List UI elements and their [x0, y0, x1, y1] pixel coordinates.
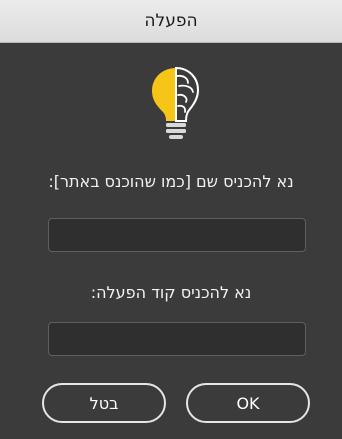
cancel-button-label: בטל [89, 393, 119, 413]
name-field-label: נא להכניס שם [כמו שהוכנס באתר]: [48, 172, 294, 191]
name-input[interactable] [48, 218, 306, 252]
activation-code-input[interactable] [48, 322, 306, 356]
activation-dialog: הפעלה נא להכניס שם [כמו שהוכנס באתר]: נא… [0, 0, 342, 439]
ok-button[interactable]: OK [186, 383, 310, 423]
cancel-button[interactable]: בטל [42, 383, 166, 423]
dialog-title: הפעלה [144, 11, 198, 31]
title-bar[interactable]: הפעלה [0, 0, 342, 43]
activation-code-label: נא להכניס קוד הפעלה: [90, 283, 252, 302]
lightbulb-brain-icon [152, 66, 200, 139]
ok-button-label: OK [236, 393, 260, 413]
